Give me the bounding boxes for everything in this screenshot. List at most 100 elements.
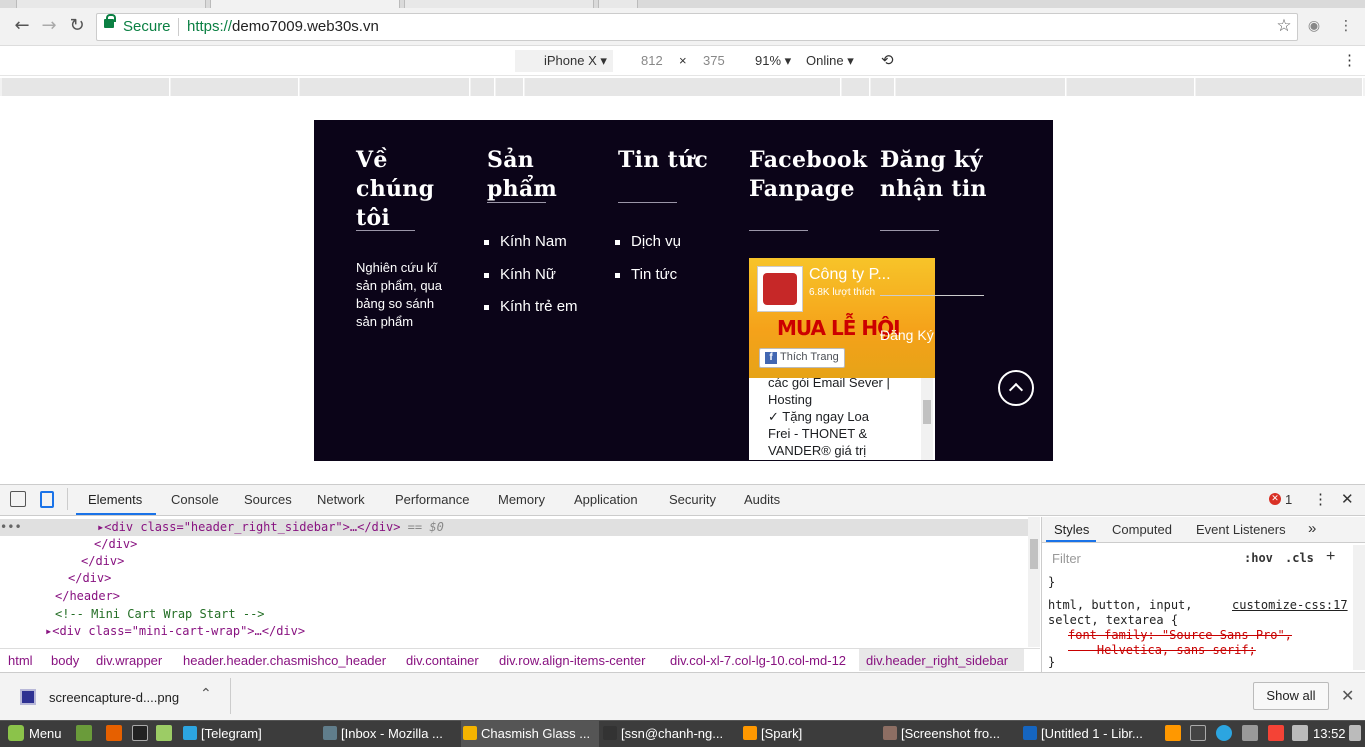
device-height[interactable]: 375 xyxy=(703,53,725,68)
browser-tab[interactable] xyxy=(16,0,206,8)
terminal-icon[interactable] xyxy=(132,725,148,741)
tab-memory[interactable]: Memory xyxy=(498,492,545,507)
tab-audits[interactable]: Audits xyxy=(744,492,780,507)
media-query-segment[interactable] xyxy=(842,78,870,96)
media-query-segment[interactable] xyxy=(1196,78,1363,96)
close-downloads-icon[interactable]: ✕ xyxy=(1341,686,1354,705)
footer-link[interactable]: Tin tức xyxy=(614,266,677,283)
browser-tab[interactable] xyxy=(404,0,594,8)
mint-menu-icon[interactable] xyxy=(8,725,24,741)
breadcrumb-item[interactable]: body xyxy=(51,653,79,668)
task-terminal[interactable]: [ssn@chanh-ng... xyxy=(601,720,739,747)
breadcrumb-item[interactable]: div.row.align-items-center xyxy=(499,653,645,668)
breadcrumb-item[interactable]: html xyxy=(8,653,33,668)
rule-selector[interactable]: html, button, input, select, textarea { xyxy=(1048,598,1193,628)
network-throttle-select[interactable]: Online ▾ xyxy=(806,53,854,69)
browser-tab-active[interactable] xyxy=(210,0,400,8)
rotate-icon[interactable]: ⟲ xyxy=(881,51,894,69)
new-tab-button[interactable] xyxy=(598,0,638,8)
tab-console[interactable]: Console xyxy=(171,492,219,507)
scroll-to-top-button[interactable] xyxy=(998,370,1034,406)
footer-link[interactable]: Kính Nữ xyxy=(484,266,556,283)
forward-icon[interactable]: → xyxy=(39,16,59,36)
device-menu-icon[interactable]: ⋮ xyxy=(1342,51,1357,69)
tray-keyboard-icon[interactable] xyxy=(1190,725,1206,741)
elements-scrollbar[interactable] xyxy=(1028,517,1040,647)
footer-link[interactable]: Dịch vụ xyxy=(614,233,681,250)
dom-node[interactable]: ▸<div class="mini-cart-wrap">…</div> xyxy=(45,623,305,641)
breadcrumb-item[interactable]: header.header.chasmishco_header xyxy=(183,653,386,668)
error-count[interactable]: 1 xyxy=(1285,492,1292,507)
more-tabs-icon[interactable]: » xyxy=(1308,520,1316,537)
download-filename[interactable]: screencapture-d....png xyxy=(49,690,179,705)
camera-icon[interactable]: ◉ xyxy=(1304,16,1324,36)
hov-toggle[interactable]: :hov xyxy=(1244,551,1273,565)
task-spark[interactable]: [Spark] xyxy=(741,720,879,747)
tab-security[interactable]: Security xyxy=(669,492,716,507)
media-query-segment[interactable] xyxy=(896,78,1066,96)
tray-volume-icon[interactable] xyxy=(1292,725,1308,741)
dom-node[interactable]: </div> xyxy=(94,536,137,554)
tab-computed[interactable]: Computed xyxy=(1112,522,1172,537)
facebook-page-name[interactable]: Công ty P... xyxy=(809,266,891,284)
facebook-page-logo[interactable] xyxy=(757,266,803,312)
tray-power-icon[interactable] xyxy=(1349,725,1361,741)
firefox-icon[interactable] xyxy=(106,725,122,741)
styles-scrollbar[interactable] xyxy=(1353,545,1365,670)
chevron-up-icon[interactable]: ⌃ xyxy=(200,686,212,702)
clock[interactable]: 13:52 xyxy=(1313,726,1346,741)
subscribe-button[interactable]: Đăng Ký xyxy=(880,327,934,343)
ellipsis-icon[interactable]: ••• xyxy=(0,519,22,537)
newsletter-input-line[interactable] xyxy=(880,295,984,296)
tab-event-listeners[interactable]: Event Listeners xyxy=(1196,522,1286,537)
device-width[interactable]: 812 xyxy=(641,53,663,68)
zoom-select[interactable]: 91% ▾ xyxy=(755,53,791,69)
tray-spark-icon[interactable] xyxy=(1165,725,1181,741)
breadcrumb-item[interactable]: div.container xyxy=(406,653,479,668)
tab-application[interactable]: Application xyxy=(574,492,638,507)
reload-icon[interactable]: ↻ xyxy=(67,16,87,36)
dom-node[interactable]: </header> xyxy=(55,588,120,606)
facebook-page-widget[interactable]: Công ty P... 6.8K lượt thích MUA LỄ HỘI … xyxy=(749,258,935,378)
scroll-thumb[interactable] xyxy=(923,400,931,424)
footer-link[interactable]: Kính Nam xyxy=(484,233,567,250)
breadcrumb-item-active[interactable]: div.header_right_sidebar xyxy=(866,653,1008,668)
show-desktop-icon[interactable] xyxy=(76,725,92,741)
bookmark-star-icon[interactable]: ☆ xyxy=(1274,16,1294,36)
media-query-segment[interactable] xyxy=(2,78,170,96)
tray-pen-icon[interactable] xyxy=(1242,725,1258,741)
media-query-segment[interactable] xyxy=(871,78,895,96)
task-libreoffice[interactable]: [Untitled 1 - Libr... xyxy=(1021,720,1159,747)
breadcrumb-item[interactable]: div.wrapper xyxy=(96,653,162,668)
task-screenshot[interactable]: [Screenshot fro... xyxy=(881,720,1019,747)
dom-node[interactable]: </div> xyxy=(81,553,124,571)
rule-declaration[interactable]: font-family: "Source Sans Pro", Helvetic… xyxy=(1068,628,1292,658)
show-all-button[interactable]: Show all xyxy=(1253,682,1329,710)
tab-performance[interactable]: Performance xyxy=(395,492,469,507)
styles-filter-input[interactable]: Filter xyxy=(1046,548,1236,570)
dom-comment[interactable]: <!-- Mini Cart Wrap Start --> xyxy=(55,606,265,624)
back-icon[interactable]: ← xyxy=(12,16,32,36)
tab-sources[interactable]: Sources xyxy=(244,492,292,507)
tab-network[interactable]: Network xyxy=(317,492,365,507)
devtools-menu-icon[interactable]: ⋮ xyxy=(1313,490,1328,508)
tab-styles[interactable]: Styles xyxy=(1054,522,1089,537)
chrome-menu-icon[interactable]: ⋮ xyxy=(1336,16,1356,36)
facebook-scrollbar[interactable] xyxy=(921,378,933,460)
device-select[interactable]: iPhone X ▾ xyxy=(544,53,607,69)
error-icon[interactable]: ✕ xyxy=(1269,493,1281,505)
cls-toggle[interactable]: .cls xyxy=(1285,551,1314,565)
files-icon[interactable] xyxy=(156,725,172,741)
rule-source-link[interactable]: customize-css:17 xyxy=(1232,598,1348,613)
tray-update-icon[interactable] xyxy=(1268,725,1284,741)
url-text[interactable]: https://demo7009.web30s.vn xyxy=(187,18,379,35)
task-chrome[interactable]: Chasmish Glass ... xyxy=(461,720,599,747)
device-toggle-icon[interactable] xyxy=(40,491,54,508)
new-rule-icon[interactable]: + xyxy=(1326,548,1335,566)
scroll-thumb[interactable] xyxy=(1030,539,1038,569)
media-query-segment[interactable] xyxy=(525,78,841,96)
start-menu-label[interactable]: Menu xyxy=(29,726,62,741)
task-thunderbird[interactable]: [Inbox - Mozilla ... xyxy=(321,720,459,747)
task-telegram[interactable]: [Telegram] xyxy=(181,720,319,747)
tray-telegram-icon[interactable] xyxy=(1216,725,1232,741)
